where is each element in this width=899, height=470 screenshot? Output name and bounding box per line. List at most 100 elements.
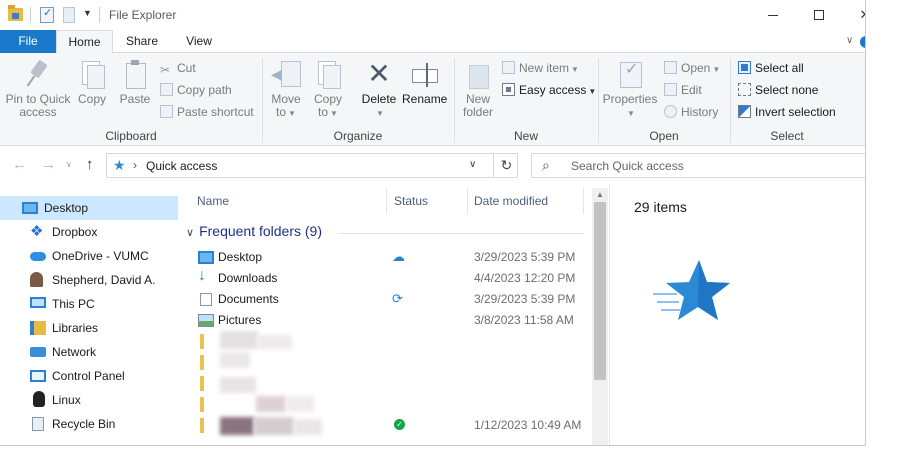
properties-quick-icon[interactable] <box>40 6 54 23</box>
invert-selection-button[interactable]: Invert selection <box>738 103 836 121</box>
pictures-icon <box>198 314 214 327</box>
tab-view[interactable]: View <box>176 30 222 53</box>
forward-arrow-icon[interactable]: → <box>41 156 56 173</box>
refresh-icon[interactable]: ↻ <box>493 154 519 177</box>
nav-item-this-pc[interactable]: This PC <box>0 292 178 316</box>
invert-selection-icon <box>738 105 751 118</box>
cut-button[interactable]: ✂ Cut <box>160 59 196 77</box>
nav-item-dropbox[interactable]: ❖ Dropbox <box>0 220 178 244</box>
redacted-name <box>220 417 254 435</box>
select-all-button[interactable]: Select all <box>738 59 804 77</box>
nav-item-linux[interactable]: Linux <box>0 388 178 412</box>
new-folder-button[interactable]: New folder <box>460 59 496 119</box>
select-none-button[interactable]: Select none <box>738 81 818 99</box>
tab-file[interactable]: File <box>0 30 56 53</box>
toolbar-divider <box>30 7 31 23</box>
open-button[interactable]: Open ▼ <box>664 59 720 77</box>
cloud-icon: ☁ <box>392 249 405 264</box>
edit-button[interactable]: Edit <box>664 81 702 99</box>
nav-item-user[interactable]: Shepherd, David A. <box>0 268 178 292</box>
chevron-down-icon: ▼ <box>627 109 635 118</box>
sync-icon: ⟳ <box>392 291 403 306</box>
paste-shortcut-label: Paste shortcut <box>177 105 254 119</box>
rename-button[interactable]: Rename <box>402 59 447 106</box>
group-label: Frequent folders (9) <box>199 223 323 239</box>
group-header-frequent-folders[interactable]: ∨ Frequent folders (9) <box>186 223 322 239</box>
easy-access-icon <box>502 83 515 96</box>
nav-item-recycle-bin[interactable]: Recycle Bin <box>0 412 178 436</box>
group-label-select: Select <box>770 129 804 143</box>
move-label-line2: to <box>276 105 287 119</box>
nav-item-libraries[interactable]: Libraries <box>0 316 178 340</box>
paste-button[interactable]: Paste <box>118 59 152 106</box>
documents-icon <box>200 293 212 306</box>
redacted-name <box>256 396 286 412</box>
breadcrumb[interactable]: Quick access <box>146 159 217 173</box>
up-arrow-icon[interactable]: ↑ <box>86 156 94 173</box>
minimize-icon <box>768 14 778 16</box>
column-header-status[interactable]: Status <box>394 194 428 208</box>
maximize-button[interactable] <box>796 0 842 30</box>
column-header-name[interactable]: Name <box>197 194 229 208</box>
nav-item-network[interactable]: Network <box>0 340 178 364</box>
group-label-clipboard: Clipboard <box>105 129 157 143</box>
new-folder-icon <box>466 59 490 89</box>
toolbar-divider <box>99 7 100 23</box>
column-divider[interactable] <box>386 188 387 214</box>
item-date: 3/29/2023 5:39 PM <box>474 292 576 306</box>
new-item-button[interactable]: New item ▼ <box>502 59 579 77</box>
folder-icon <box>200 355 204 370</box>
list-item[interactable] <box>178 394 592 415</box>
paste-icon <box>123 59 147 89</box>
chevron-down-icon: ▼ <box>571 65 579 74</box>
easy-access-button[interactable]: Easy access ▼ <box>502 81 596 99</box>
minimize-button[interactable] <box>750 0 796 30</box>
customize-toolbar-dropdown-icon[interactable]: ▼ <box>83 8 92 24</box>
recent-locations-chevron-icon[interactable]: ∨ <box>66 160 72 169</box>
list-item[interactable]: ↓ Downloads 4/4/2023 12:20 PM <box>178 267 592 289</box>
paste-label: Paste <box>119 92 151 106</box>
pin-to-quick-access-button[interactable]: Pin to Quick access <box>4 59 72 119</box>
vertical-scrollbar[interactable]: ▲ <box>592 188 608 445</box>
address-history-chevron-icon[interactable]: ∨ <box>469 159 476 170</box>
column-header-date-modified[interactable]: Date modified <box>474 194 548 208</box>
redacted-name <box>294 419 322 435</box>
paste-shortcut-button[interactable]: Paste shortcut <box>160 103 254 121</box>
pin-label-line2: access <box>19 105 57 119</box>
new-folder-quick-icon[interactable] <box>63 7 75 23</box>
nav-item-onedrive[interactable]: OneDrive - VUMC <box>0 244 178 268</box>
copy-to-label-line1: Copy <box>313 92 342 106</box>
column-divider[interactable] <box>583 188 584 214</box>
nav-item-desktop[interactable]: Desktop <box>0 196 178 220</box>
copy-path-button[interactable]: Copy path <box>160 81 232 99</box>
list-item[interactable]: Pictures 3/8/2023 11:58 AM <box>178 310 592 331</box>
collapse-ribbon-chevron-icon[interactable]: ∨ <box>846 35 853 46</box>
breadcrumb-chevron-icon[interactable]: › <box>133 158 137 172</box>
chevron-down-icon: ▼ <box>288 109 296 118</box>
scrollbar-thumb[interactable] <box>594 202 606 380</box>
tab-share[interactable]: Share <box>118 30 166 53</box>
address-bar[interactable]: ★ › Quick access ∨ ↻ <box>106 153 518 178</box>
list-item[interactable]: Desktop ☁ 3/29/2023 5:39 PM <box>178 247 592 268</box>
delete-button[interactable]: ✕ Delete ▼ <box>358 59 400 120</box>
column-divider[interactable] <box>467 188 468 214</box>
help-icon[interactable] <box>860 36 865 48</box>
move-to-button[interactable]: Move to▼ <box>268 59 304 120</box>
copy-button[interactable]: Copy <box>76 59 108 106</box>
properties-button[interactable]: Properties ▼ <box>602 59 658 120</box>
search-input[interactable]: ⌕ Search Quick access <box>531 153 865 178</box>
scroll-up-arrow-icon[interactable]: ▲ <box>596 190 604 199</box>
close-button[interactable]: ✕ <box>842 0 865 30</box>
group-label-organize: Organize <box>333 129 383 143</box>
network-icon <box>30 347 46 357</box>
copy-to-button[interactable]: Copy to ▼ <box>310 59 346 120</box>
item-name: Desktop <box>218 250 263 264</box>
tab-home[interactable]: Home <box>56 30 113 54</box>
history-button[interactable]: History <box>664 103 718 121</box>
list-item[interactable]: Documents ⟳ 3/29/2023 5:39 PM <box>178 289 592 310</box>
back-arrow-icon[interactable]: ← <box>12 156 27 173</box>
control-panel-icon <box>30 370 46 382</box>
edit-label: Edit <box>681 83 702 97</box>
folder-icon <box>200 397 204 412</box>
nav-item-control-panel[interactable]: Control Panel <box>0 364 178 388</box>
